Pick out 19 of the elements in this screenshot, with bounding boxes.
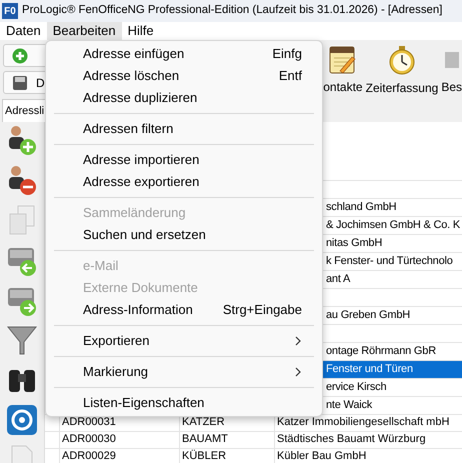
window-title: ProLogic® FenOfficeNG Professional-Edition (Laufzeit bis 31.01.2026) - [Adressen] bbox=[22, 3, 442, 18]
table-cell-text: au Greben GmbH bbox=[325, 308, 412, 323]
table-cell-text: ontage Röhrmann GbR bbox=[325, 344, 437, 359]
table-cell: ADR00029 bbox=[60, 449, 180, 463]
table-cell-text: ant A bbox=[325, 272, 352, 287]
table-cell-text: schland GmbH bbox=[325, 200, 398, 215]
table-cell-text: nte Waick bbox=[325, 398, 374, 413]
table-cell-text: Fenster und Türen bbox=[325, 362, 414, 377]
table-cell-text: Kübler Bau GmbH bbox=[276, 449, 368, 463]
table-cell: BAUAMT bbox=[180, 432, 275, 448]
table-cell-text: Katzer Immobiliengesellschaft mbH bbox=[276, 415, 450, 430]
table-cell: ADR00030 bbox=[60, 432, 180, 448]
table-cell: KÜBLER bbox=[180, 449, 275, 463]
table-cell-text: Städtisches Bauamt Würzburg bbox=[276, 432, 427, 447]
table-cell-text: ervice Kirsch bbox=[325, 380, 388, 395]
table-cell-text: nitas GmbH bbox=[325, 236, 384, 251]
app-logo: F0 bbox=[2, 3, 18, 19]
table-cell-text: & Jochimsen GmbH & Co. K bbox=[325, 218, 461, 233]
table-cell-text: k Fenster- und Türtechnolo bbox=[325, 254, 454, 269]
